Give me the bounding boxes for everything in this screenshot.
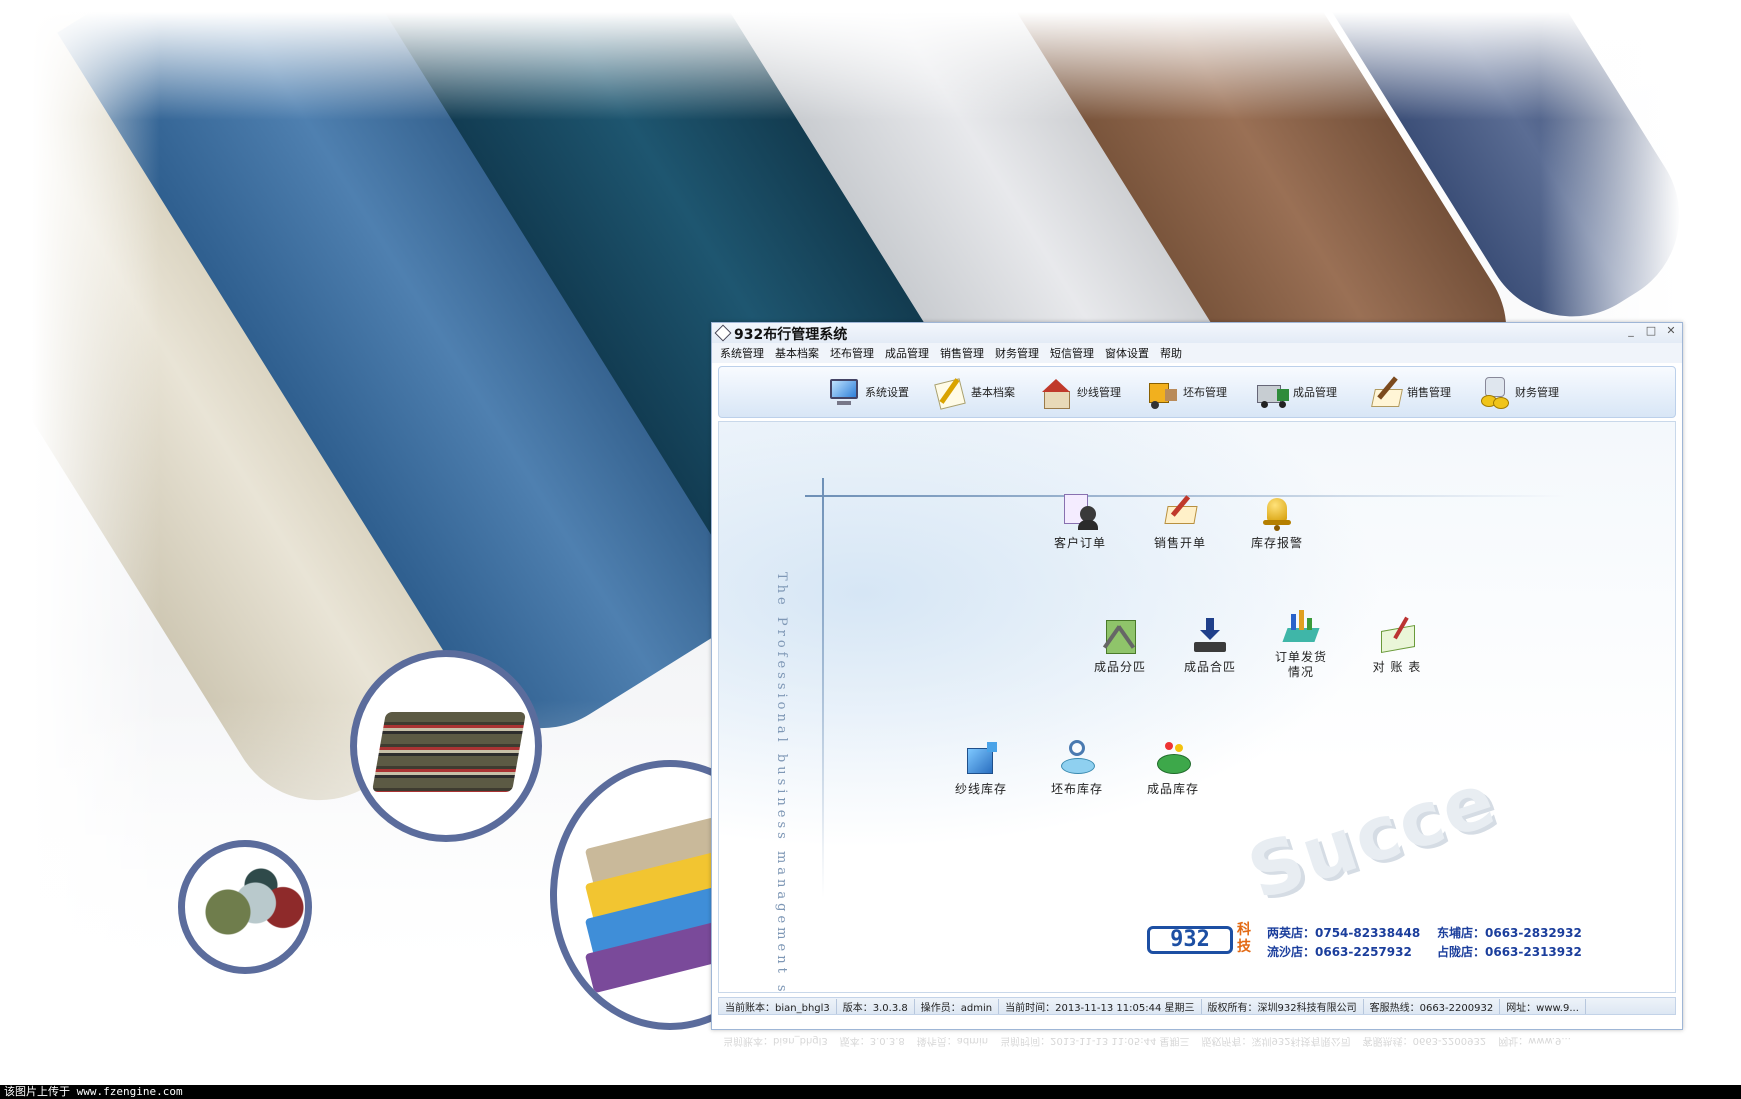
reflect-website: 网址：www.9... xyxy=(1498,1035,1571,1046)
func-product-merge[interactable]: 成品合匹 xyxy=(1170,616,1250,675)
func-product-stock[interactable]: 成品库存 xyxy=(1133,738,1213,797)
status-version: 版本：3.0.3.8 xyxy=(837,998,915,1014)
truck-icon xyxy=(1255,375,1289,409)
toolbar-yarn[interactable]: 纱线管理 xyxy=(1039,373,1121,411)
upload-note-bar: 该图片上传于 www.fzengine.com xyxy=(0,1085,1741,1099)
small-rolls xyxy=(195,867,305,957)
func-stock-alarm[interactable]: 库存报警 xyxy=(1237,492,1317,551)
menu-sales[interactable]: 销售管理 xyxy=(940,345,984,361)
minimize-button[interactable]: _ xyxy=(1624,324,1638,337)
toolbar: 系统设置 基本档案 纱线管理 坯布管理 成品管理 销售管理 财务管理 xyxy=(718,366,1676,418)
reflect-copyright: 版权所有：深圳932科技有限公司 xyxy=(1201,1035,1351,1046)
maximize-button[interactable]: □ xyxy=(1644,324,1658,337)
split-icon xyxy=(1100,616,1140,656)
greige-search-icon xyxy=(1057,738,1097,778)
close-button[interactable]: ✕ xyxy=(1664,324,1678,337)
decor-vertical-line xyxy=(822,478,824,898)
title-bar: 932布行管理系统 _ □ ✕ xyxy=(712,323,1682,343)
reflect-time: 当前时间：2013-11-13 11:05:44 星期三 xyxy=(1000,1035,1190,1046)
status-time: 当前时间：2013-11-13 11:05:44 星期三 xyxy=(999,998,1202,1014)
shipment-chart-icon xyxy=(1281,606,1321,646)
app-logo-icon xyxy=(714,324,732,342)
func-product-split[interactable]: 成品分匹 xyxy=(1080,616,1160,675)
store-zhanlong: 占陇店：0663-2313932 xyxy=(1437,945,1582,959)
app-window: 932布行管理系统 _ □ ✕ 系统管理 基本档案 坯布管理 成品管理 销售管理… xyxy=(711,322,1683,1030)
success-watermark: Succe xyxy=(1238,756,1507,917)
menu-window-settings[interactable]: 窗体设置 xyxy=(1105,345,1149,361)
func-yarn-stock[interactable]: 纱线库存 xyxy=(941,738,1021,797)
store-contacts: 两英店：0754-82338448 东埔店：0663-2832932 流沙店：0… xyxy=(1267,924,1597,960)
menu-product[interactable]: 成品管理 xyxy=(885,345,929,361)
reflect-hotline: 客服热线：0663-2200932 xyxy=(1362,1035,1487,1046)
coins-icon xyxy=(1477,375,1511,409)
reflect-operator: 操作员：admin xyxy=(916,1035,989,1046)
status-bar: 当前账本：bian_bhgl3 版本：3.0.3.8 操作员：admin 当前时… xyxy=(718,997,1676,1015)
status-hotline: 客服热线：0663-2200932 xyxy=(1364,998,1501,1014)
menu-finance[interactable]: 财务管理 xyxy=(995,345,1039,361)
store-dongpu: 东埔店：0663-2832932 xyxy=(1437,926,1582,940)
menu-help[interactable]: 帮助 xyxy=(1160,345,1182,361)
upload-note: 该图片上传于 www.fzengine.com xyxy=(4,1085,183,1098)
company-logo: 932 科技 xyxy=(1147,922,1257,958)
folded-pants-photo xyxy=(350,650,542,842)
reflect-account: 当前账本：bian_bhgl3 xyxy=(723,1035,828,1046)
toolbar-system-settings[interactable]: 系统设置 xyxy=(827,373,909,411)
toolbar-greige[interactable]: 坯布管理 xyxy=(1145,373,1227,411)
vertical-slogan: The Professional business management sof… xyxy=(774,572,789,993)
main-content: The Professional business management sof… xyxy=(718,421,1676,993)
menu-sms[interactable]: 短信管理 xyxy=(1050,345,1094,361)
menu-basic-archive[interactable]: 基本档案 xyxy=(775,345,819,361)
product-stock-icon xyxy=(1153,738,1193,778)
window-controls: _ □ ✕ xyxy=(1624,324,1678,337)
store-liangying: 两英店：0754-82338448 xyxy=(1267,926,1421,940)
merge-download-icon xyxy=(1190,616,1230,656)
customer-order-icon xyxy=(1060,492,1100,532)
fade-overlay-top xyxy=(0,0,1741,120)
yarn-stock-icon xyxy=(961,738,1001,778)
status-operator: 操作员：admin xyxy=(915,998,1000,1014)
forklift-icon xyxy=(1145,375,1179,409)
monitor-icon xyxy=(827,375,861,409)
pen-paper-icon xyxy=(1369,375,1403,409)
folded-pants-stack xyxy=(371,712,527,792)
func-customer-order[interactable]: 客户订单 xyxy=(1040,492,1120,551)
status-account: 当前账本：bian_bhgl3 xyxy=(719,998,837,1014)
menu-system[interactable]: 系统管理 xyxy=(720,345,764,361)
func-reconciliation[interactable]: 对 账 表 xyxy=(1357,616,1437,675)
toolbar-sales[interactable]: 销售管理 xyxy=(1369,373,1451,411)
func-sales-bill[interactable]: 销售开单 xyxy=(1140,492,1220,551)
menu-greige[interactable]: 坯布管理 xyxy=(830,345,874,361)
ledger-icon xyxy=(1377,616,1417,656)
store-liusha: 流沙店：0663-2257932 xyxy=(1267,945,1412,959)
house-icon xyxy=(1039,375,1073,409)
window-title: 932布行管理系统 xyxy=(734,327,848,343)
toolbar-basic-archive[interactable]: 基本档案 xyxy=(933,373,1015,411)
status-copyright: 版权所有：深圳932科技有限公司 xyxy=(1202,998,1364,1014)
func-greige-stock[interactable]: 坯布库存 xyxy=(1037,738,1117,797)
func-order-shipment[interactable]: 订单发货 情况 xyxy=(1261,606,1341,680)
reflect-version: 版本：3.0.3.8 xyxy=(839,1035,905,1046)
toolbar-product[interactable]: 成品管理 xyxy=(1255,373,1337,411)
menu-bar: 系统管理 基本档案 坯布管理 成品管理 销售管理 财务管理 短信管理 窗体设置 … xyxy=(712,343,1682,363)
status-website: 网址：www.9... xyxy=(1500,998,1586,1014)
toolbar-finance[interactable]: 财务管理 xyxy=(1477,373,1559,411)
bell-icon xyxy=(1257,492,1297,532)
document-pen-icon xyxy=(933,375,967,410)
statusbar-reflection: 当前账本：bian_bhgl3 版本：3.0.3.8 操作员：admin 当前时… xyxy=(711,1032,1683,1050)
sales-bill-icon xyxy=(1160,492,1200,532)
colored-rolls-photo xyxy=(178,840,312,974)
